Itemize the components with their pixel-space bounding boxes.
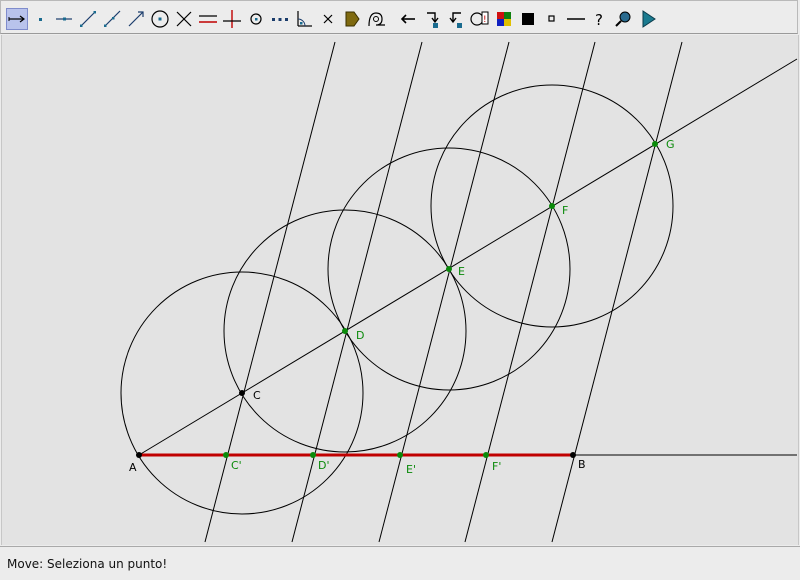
point-e[interactable]	[446, 266, 452, 272]
label-a: A	[129, 461, 137, 474]
drawing-canvas[interactable]: A B C D E F G C' D' E' F'	[1, 35, 799, 545]
label-f: F	[562, 204, 568, 217]
midpoint-tool-icon[interactable]	[245, 8, 267, 30]
parallel-line-d[interactable]	[291, 41, 423, 543]
label-g: G	[666, 138, 675, 151]
move-tool-icon[interactable]	[6, 8, 28, 30]
delete-tool-icon[interactable]	[317, 8, 339, 30]
parallel-line-f[interactable]	[464, 41, 596, 543]
undo-tool-icon[interactable]	[397, 8, 419, 30]
point-b[interactable]	[570, 452, 576, 458]
point-on-object-tool-icon[interactable]	[53, 8, 75, 30]
point-a[interactable]	[136, 452, 142, 458]
vector-tool-icon[interactable]	[125, 8, 147, 30]
point-style-tool-icon[interactable]	[541, 8, 563, 30]
line-style-tool-icon[interactable]	[565, 8, 587, 30]
segment-tool-icon[interactable]	[77, 8, 99, 30]
label-tool-icon[interactable]: !	[469, 8, 491, 30]
point-c[interactable]	[239, 390, 245, 396]
angle-tool-icon[interactable]	[293, 8, 315, 30]
animation-tool-icon[interactable]	[637, 8, 659, 30]
label-b: B	[578, 458, 586, 471]
color-tool-icon[interactable]	[493, 8, 515, 30]
status-bar: Move: Seleziona un punto!	[0, 546, 800, 580]
parallel-line-g[interactable]	[551, 41, 683, 543]
zoom-tool-icon[interactable]	[613, 8, 635, 30]
status-message: Move: Seleziona un punto!	[7, 557, 168, 571]
new-point-tool-icon[interactable]	[29, 8, 51, 30]
label-c: C	[253, 389, 261, 402]
parallel-tool-icon[interactable]	[197, 8, 219, 30]
perpendicular-tool-icon[interactable]	[221, 8, 243, 30]
locus-tool-icon[interactable]	[365, 8, 387, 30]
point-c-prime[interactable]	[223, 452, 229, 458]
point-e-prime[interactable]	[397, 452, 403, 458]
parallel-line-c[interactable]	[204, 41, 336, 543]
label-d-prime: D'	[318, 459, 330, 472]
toolbar: ! ?	[0, 0, 798, 34]
point-f-prime[interactable]	[483, 452, 489, 458]
macro-tool-icon[interactable]	[341, 8, 363, 30]
point-f[interactable]	[549, 203, 555, 209]
svg-text:!: !	[483, 15, 487, 25]
hide-tool-icon[interactable]	[421, 8, 443, 30]
svg-text:?: ?	[595, 11, 603, 29]
parallel-line-e[interactable]	[378, 41, 510, 543]
point-d[interactable]	[342, 328, 348, 334]
label-f-prime: F'	[492, 460, 501, 473]
label-e: E	[458, 265, 465, 278]
ray-tool-icon[interactable]	[101, 8, 123, 30]
polyline-tool-icon[interactable]	[269, 8, 291, 30]
show-hidden-tool-icon[interactable]	[445, 8, 467, 30]
circle-tool-icon[interactable]	[149, 8, 171, 30]
fill-tool-icon[interactable]	[517, 8, 539, 30]
label-e-prime: E'	[406, 463, 416, 476]
label-c-prime: C'	[231, 459, 242, 472]
label-d: D	[356, 329, 364, 342]
help-tool-icon[interactable]: ?	[589, 8, 611, 30]
intersection-tool-icon[interactable]	[173, 8, 195, 30]
construction-drawing[interactable]: A B C D E F G C' D' E' F'	[2, 35, 800, 545]
point-g[interactable]	[652, 141, 658, 147]
point-d-prime[interactable]	[310, 452, 316, 458]
